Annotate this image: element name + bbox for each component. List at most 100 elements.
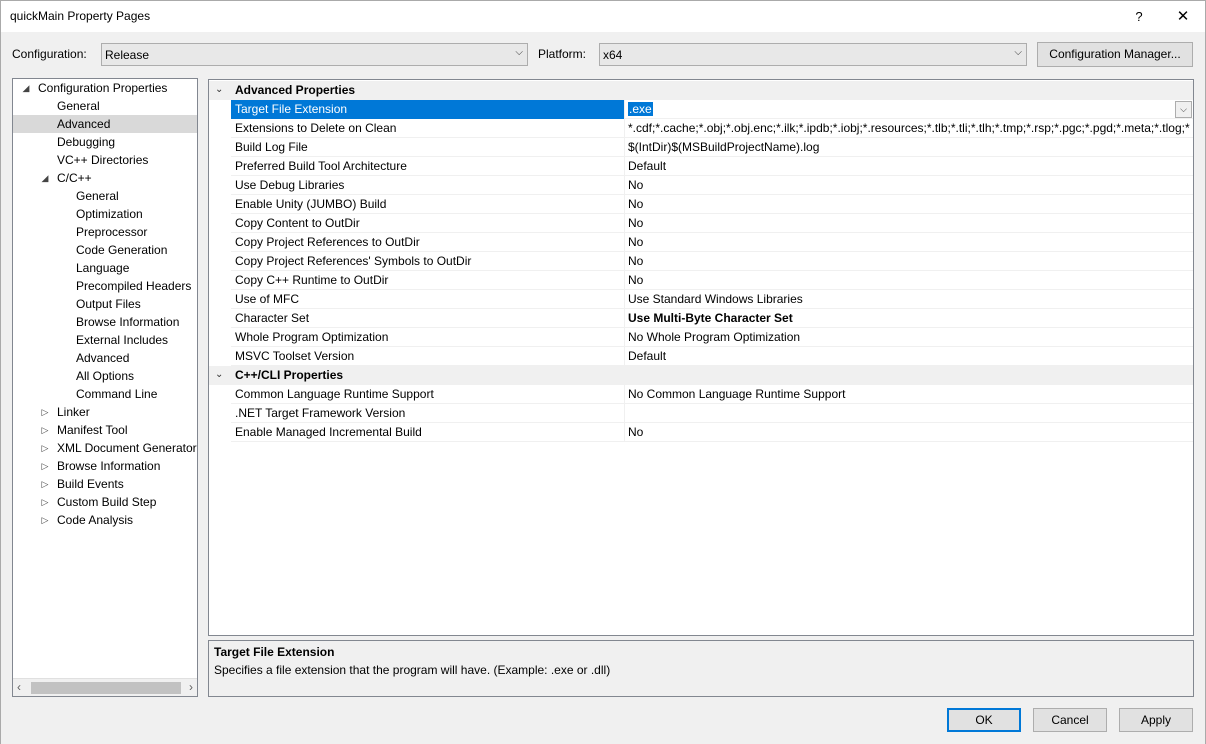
property-row[interactable]: Build Log File $(IntDir)$(MSBuildProjectN… bbox=[209, 138, 1193, 157]
tree-item[interactable]: Advanced bbox=[76, 349, 129, 367]
collapsed-arrow-icon[interactable]: ▷ bbox=[40, 497, 50, 508]
property-value[interactable]: Use Multi-Byte Character Set bbox=[626, 309, 1193, 328]
property-row[interactable]: Target File Extension .exe ⌵ bbox=[209, 100, 1193, 119]
tree-item[interactable]: External Includes bbox=[76, 331, 168, 349]
tree-item[interactable]: Custom Build Step bbox=[57, 493, 156, 511]
property-row[interactable]: Enable Managed Incremental Build No bbox=[209, 423, 1193, 442]
property-name[interactable]: Common Language Runtime Support bbox=[231, 385, 625, 404]
cancel-button[interactable]: Cancel bbox=[1033, 708, 1107, 732]
property-value[interactable]: *.cdf;*.cache;*.obj;*.obj.enc;*.ilk;*.ip… bbox=[626, 119, 1193, 138]
tree-item[interactable]: Debugging bbox=[57, 133, 115, 151]
collapsed-arrow-icon[interactable]: ▷ bbox=[40, 515, 50, 526]
property-name[interactable]: Copy Project References to OutDir bbox=[231, 233, 625, 252]
tree-item[interactable]: Browse Information bbox=[76, 313, 179, 331]
tree-item[interactable]: Configuration Properties bbox=[38, 79, 167, 97]
tree-item[interactable]: Precompiled Headers bbox=[76, 277, 191, 295]
scroll-left-arrow-icon[interactable]: ‹ bbox=[17, 680, 21, 694]
property-value[interactable]: No bbox=[626, 214, 1193, 233]
platform-dropdown[interactable]: x64 ⌵ bbox=[599, 43, 1027, 66]
tree-item[interactable]: XML Document Generator bbox=[57, 439, 197, 457]
property-name[interactable]: Whole Program Optimization bbox=[231, 328, 625, 347]
help-button[interactable]: ? bbox=[1125, 3, 1153, 31]
close-button[interactable]: ✕ bbox=[1169, 3, 1197, 31]
property-name[interactable]: .NET Target Framework Version bbox=[231, 404, 625, 423]
property-name[interactable]: Copy Content to OutDir bbox=[231, 214, 625, 233]
property-name[interactable]: MSVC Toolset Version bbox=[231, 347, 625, 366]
configuration-manager-button[interactable]: Configuration Manager... bbox=[1037, 42, 1193, 67]
property-row[interactable]: Preferred Build Tool Architecture Default bbox=[209, 157, 1193, 176]
tree-item[interactable]: Command Line bbox=[76, 385, 157, 403]
apply-button[interactable]: Apply bbox=[1119, 708, 1193, 732]
property-name[interactable]: Enable Unity (JUMBO) Build bbox=[231, 195, 625, 214]
tree-item[interactable]: Linker bbox=[57, 403, 90, 421]
property-value[interactable]: .exe bbox=[626, 100, 1193, 119]
property-name[interactable]: Enable Managed Incremental Build bbox=[231, 423, 625, 442]
tree-item[interactable]: General bbox=[76, 187, 119, 205]
collapsed-arrow-icon[interactable]: ▷ bbox=[40, 479, 50, 490]
property-name[interactable]: Target File Extension bbox=[231, 100, 625, 119]
property-name[interactable]: Use Debug Libraries bbox=[231, 176, 625, 195]
tree-horizontal-scrollbar[interactable]: ‹ › bbox=[13, 678, 197, 696]
property-value[interactable] bbox=[626, 404, 1193, 423]
property-row[interactable]: Copy Content to OutDir No bbox=[209, 214, 1193, 233]
property-row[interactable]: Copy Project References to OutDir No bbox=[209, 233, 1193, 252]
property-value[interactable]: No bbox=[626, 176, 1193, 195]
property-value[interactable]: Use Standard Windows Libraries bbox=[626, 290, 1193, 309]
property-value[interactable]: $(IntDir)$(MSBuildProjectName).log bbox=[626, 138, 1193, 157]
property-row[interactable]: Use Debug Libraries No bbox=[209, 176, 1193, 195]
property-row[interactable]: Copy C++ Runtime to OutDir No bbox=[209, 271, 1193, 290]
collapse-arrow-icon[interactable]: ⌄ bbox=[215, 369, 223, 380]
property-value[interactable]: No Whole Program Optimization bbox=[626, 328, 1193, 347]
property-row[interactable]: Enable Unity (JUMBO) Build No bbox=[209, 195, 1193, 214]
property-row[interactable]: Common Language Runtime Support No Common… bbox=[209, 385, 1193, 404]
tree-item[interactable]: VC++ Directories bbox=[57, 151, 148, 169]
property-name[interactable]: Build Log File bbox=[231, 138, 625, 157]
tree-item[interactable]: Browse Information bbox=[57, 457, 160, 475]
tree-item[interactable]: General bbox=[57, 97, 100, 115]
chevron-down-icon[interactable]: ⌵ bbox=[1175, 101, 1192, 118]
property-name[interactable]: Copy C++ Runtime to OutDir bbox=[231, 271, 625, 290]
tree-item[interactable]: Output Files bbox=[76, 295, 141, 313]
tree-item[interactable]: All Options bbox=[76, 367, 134, 385]
collapsed-arrow-icon[interactable]: ▷ bbox=[40, 407, 50, 418]
collapsed-arrow-icon[interactable]: ▷ bbox=[40, 443, 50, 454]
property-name[interactable]: Preferred Build Tool Architecture bbox=[231, 157, 625, 176]
scroll-thumb[interactable] bbox=[31, 682, 181, 694]
property-value[interactable]: No Common Language Runtime Support bbox=[626, 385, 1193, 404]
property-value[interactable]: No bbox=[626, 195, 1193, 214]
property-value[interactable]: No bbox=[626, 423, 1193, 442]
property-row[interactable]: Character Set Use Multi-Byte Character Se… bbox=[209, 309, 1193, 328]
property-value[interactable]: No bbox=[626, 233, 1193, 252]
property-name[interactable]: Copy Project References' Symbols to OutD… bbox=[231, 252, 625, 271]
property-row[interactable]: MSVC Toolset Version Default bbox=[209, 347, 1193, 366]
tree-item[interactable]: Advanced bbox=[13, 115, 197, 133]
collapsed-arrow-icon[interactable]: ▷ bbox=[40, 425, 50, 436]
property-row[interactable]: Extensions to Delete on Clean *.cdf;*.cac… bbox=[209, 119, 1193, 138]
tree-item[interactable]: Code Generation bbox=[76, 241, 167, 259]
property-row[interactable]: .NET Target Framework Version bbox=[209, 404, 1193, 423]
tree-item[interactable]: Build Events bbox=[57, 475, 124, 493]
property-name[interactable]: Extensions to Delete on Clean bbox=[231, 119, 625, 138]
expanded-arrow-icon[interactable]: ◢ bbox=[21, 83, 31, 94]
property-name[interactable]: Use of MFC bbox=[231, 290, 625, 309]
property-value[interactable]: No bbox=[626, 252, 1193, 271]
property-value[interactable]: Default bbox=[626, 347, 1193, 366]
tree-item[interactable]: Manifest Tool bbox=[57, 421, 127, 439]
ok-button[interactable]: OK bbox=[947, 708, 1021, 732]
tree-item[interactable]: C/C++ bbox=[57, 169, 92, 187]
property-row[interactable]: Copy Project References' Symbols to OutD… bbox=[209, 252, 1193, 271]
tree-item[interactable]: Language bbox=[76, 259, 129, 277]
property-value-text[interactable]: .exe bbox=[628, 102, 653, 116]
property-category[interactable]: ⌄ Advanced Properties bbox=[209, 81, 1193, 100]
collapse-arrow-icon[interactable]: ⌄ bbox=[215, 84, 223, 95]
property-row[interactable]: Use of MFC Use Standard Windows Libraries bbox=[209, 290, 1193, 309]
expanded-arrow-icon[interactable]: ◢ bbox=[40, 173, 50, 184]
configuration-dropdown[interactable]: Release ⌵ bbox=[101, 43, 528, 66]
property-value[interactable]: No bbox=[626, 271, 1193, 290]
property-category[interactable]: ⌄ C++/CLI Properties bbox=[209, 366, 1193, 385]
tree-item[interactable]: Code Analysis bbox=[57, 511, 133, 529]
tree-item[interactable]: Preprocessor bbox=[76, 223, 147, 241]
collapsed-arrow-icon[interactable]: ▷ bbox=[40, 461, 50, 472]
scroll-right-arrow-icon[interactable]: › bbox=[189, 680, 193, 694]
property-row[interactable]: Whole Program Optimization No Whole Progr… bbox=[209, 328, 1193, 347]
